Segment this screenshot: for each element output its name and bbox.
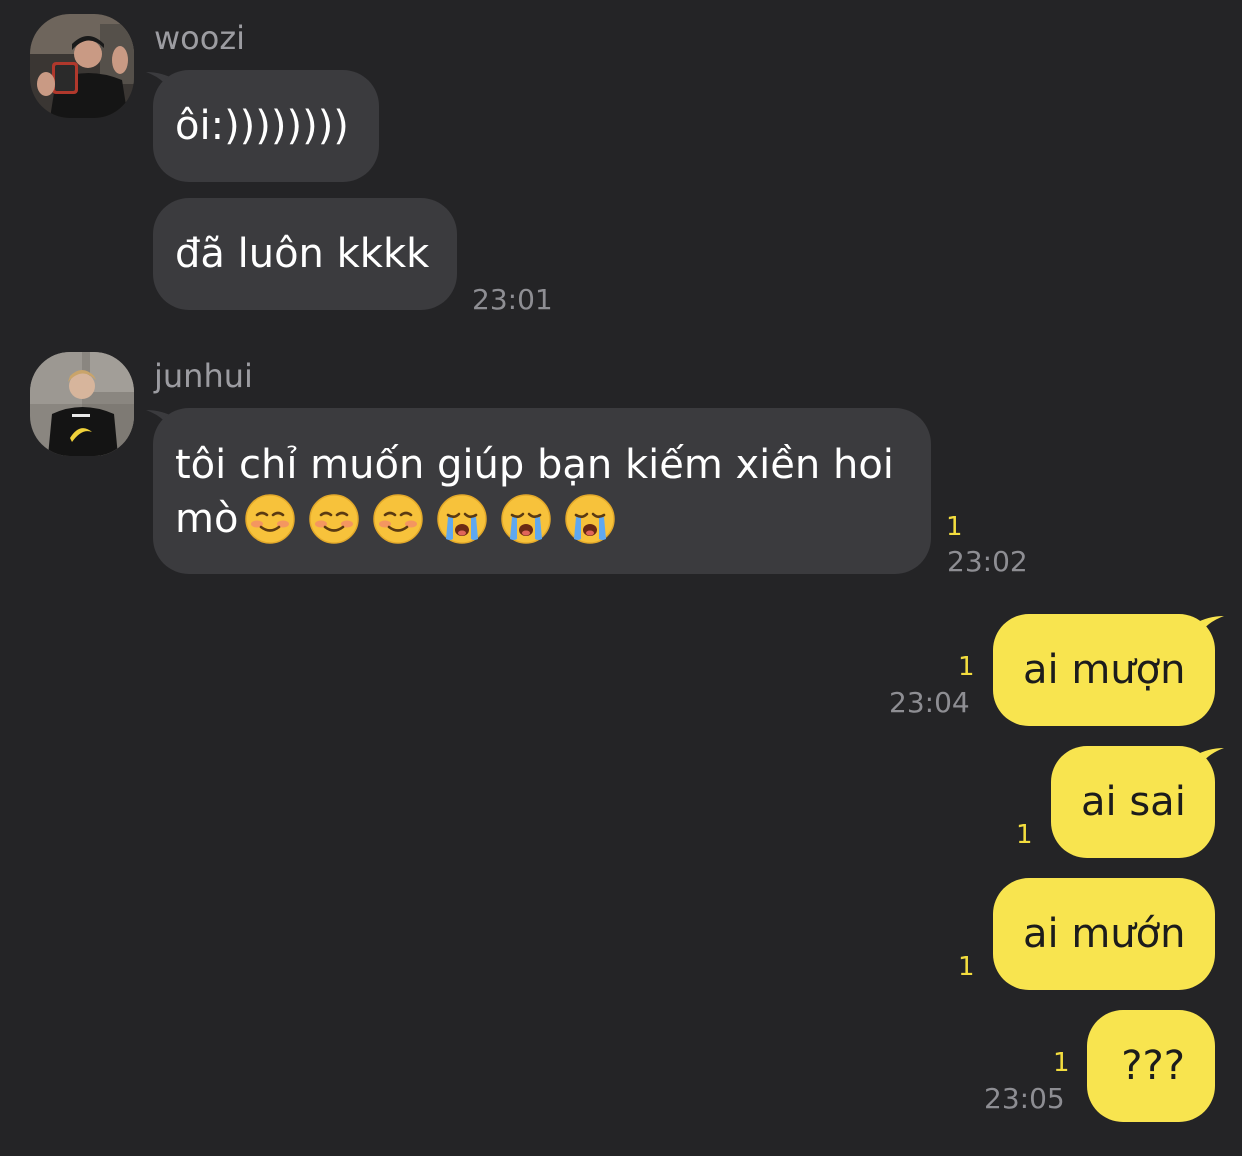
message-text: ai sai xyxy=(1081,779,1186,825)
unread-count: 1 xyxy=(946,512,963,542)
emoji-row xyxy=(244,493,616,545)
message-text: ??? xyxy=(1121,1043,1185,1089)
profile-photo-banana-shirt-icon xyxy=(30,352,134,456)
message-time: 23:01 xyxy=(472,283,553,316)
unread-count: 1 xyxy=(1016,820,1033,850)
message-bubble[interactable]: ôi:)))))))) xyxy=(153,70,379,182)
crying-face-icon xyxy=(437,494,488,544)
unread-count: 1 xyxy=(958,652,975,682)
crying-face-icon xyxy=(501,494,552,544)
message-time: 23:02 xyxy=(947,545,1028,578)
message-text: ai mượn xyxy=(1023,647,1186,693)
smiling-face-icon xyxy=(245,494,296,544)
smiling-face-icon xyxy=(309,494,360,544)
message-bubble-sent[interactable]: ai sai xyxy=(1051,746,1215,858)
message-bubble-sent[interactable]: ai mướn xyxy=(993,878,1215,990)
sender-name: junhui xyxy=(154,357,253,395)
smiling-face-icon xyxy=(373,494,424,544)
unread-count: 1 xyxy=(958,952,975,982)
message-text-line: mò xyxy=(175,496,239,542)
message-text-line: tôi chỉ muốn giúp bạn kiếm xiền hoi xyxy=(175,442,894,488)
message-bubble-sent[interactable]: ai mượn xyxy=(993,614,1215,726)
unread-count: 1 xyxy=(1053,1048,1070,1078)
message-text: ôi:)))))))) xyxy=(175,103,349,149)
message-bubble[interactable]: đã luôn kkkk xyxy=(153,198,457,310)
chat-screen: woozi ôi:)))))))) đã luôn kkkk 23:01 jun… xyxy=(0,0,1242,1156)
avatar-woozi[interactable] xyxy=(30,14,134,118)
crying-face-icon xyxy=(565,494,616,544)
message-text: đã luôn kkkk xyxy=(175,231,430,277)
message-text: ai mướn xyxy=(1023,911,1186,957)
message-time: 23:05 xyxy=(984,1082,1065,1115)
profile-photo-mirror-selfie-icon xyxy=(30,14,134,118)
message-bubble-sent[interactable]: ??? xyxy=(1087,1010,1215,1122)
sender-name: woozi xyxy=(154,19,246,57)
message-bubble[interactable]: tôi chỉ muốn giúp bạn kiếm xiền hoi mò xyxy=(153,408,931,574)
avatar-junhui[interactable] xyxy=(30,352,134,456)
message-time: 23:04 xyxy=(889,686,970,719)
